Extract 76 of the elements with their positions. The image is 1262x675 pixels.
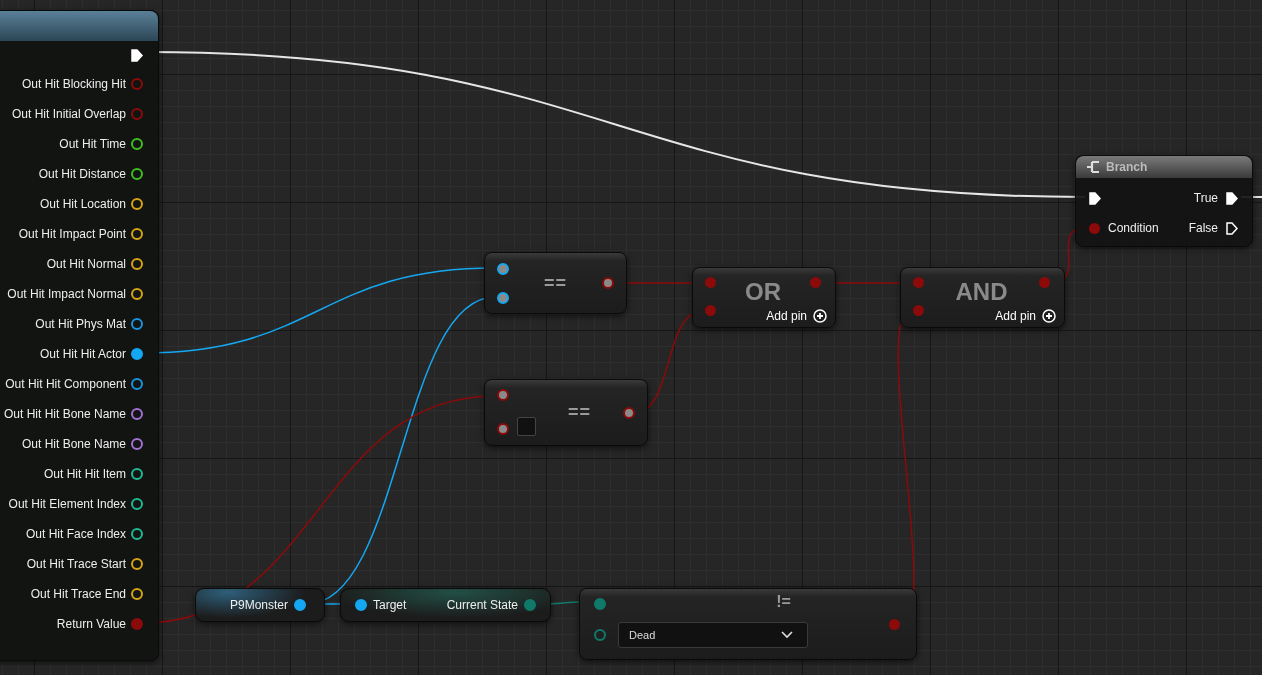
pin-label: Current State [446,598,518,612]
branch-node[interactable]: Branch True Condition False [1075,155,1253,247]
node-symbol: == [567,402,592,423]
pin-icon[interactable] [131,588,143,600]
pin-label: Return Value [56,617,126,631]
pin-icon[interactable] [131,498,143,510]
pin-label: Out Hit Face Index [25,527,126,541]
node-title: OR [744,279,782,305]
pin-icon[interactable] [131,258,143,270]
dropdown[interactable]: Dead [618,622,808,648]
pin-label: Out Hit Hit Actor [39,347,126,361]
exec-pin-icon[interactable] [1089,191,1101,205]
variable-node[interactable]: P9Monster [195,588,325,622]
pin-label: Out Hit Hit Component [5,377,126,391]
pin-label: Out Hit Location [39,197,126,211]
pin-icon[interactable] [294,599,306,611]
pin-icon[interactable] [131,438,143,450]
pin-icon[interactable] [497,422,509,435]
add-pin-button[interactable]: Add pin [766,309,827,323]
break-hit-node[interactable] [0,10,159,661]
branch-icon [1086,160,1100,174]
pin-label: Out Hit Hit Bone Name [3,407,126,421]
plus-icon [1042,309,1056,323]
pin-label: Out Hit Impact Normal [7,287,126,301]
pin-icon[interactable] [497,291,509,304]
pin-icon[interactable] [131,378,143,390]
pin-label: Out Hit Element Index [8,497,126,511]
compare-node[interactable]: == [484,252,627,314]
node-symbol: != [775,593,792,611]
pin-label: Condition [1108,221,1159,235]
pin-label: True [1193,191,1218,205]
pin-label: Out Hit Time [59,137,126,151]
pin-label: False [1188,221,1218,235]
pin-label: Out Hit Trace Start [26,557,126,571]
pin-icon[interactable] [131,168,143,180]
pin-label: Out Hit Initial Overlap [11,107,126,121]
pin-icon[interactable] [131,408,143,420]
pin-icon[interactable] [602,277,614,289]
pin-icon[interactable] [131,558,143,570]
compare-node[interactable]: == [484,379,648,446]
plus-icon [813,309,827,323]
pin-icon[interactable] [131,528,143,540]
node-symbol: == [543,272,568,294]
getter-node[interactable]: Target Current State [340,588,551,622]
node-title: AND [954,279,1009,305]
pin-icon[interactable] [131,138,143,150]
pin-icon[interactable] [131,318,143,330]
exec-pin-icon[interactable] [1226,221,1238,235]
pin-icon[interactable] [131,198,143,210]
pin-icon[interactable] [131,228,143,240]
add-pin-button[interactable]: Add pin [995,309,1056,323]
pin-label: Out Hit Bone Name [21,437,126,451]
variable-label: P9Monster [229,598,288,612]
pin-icon[interactable] [497,262,509,275]
pin-icon[interactable] [355,599,367,611]
node-title: Branch [1106,160,1148,174]
logic-node[interactable]: AND Add pin [900,267,1065,328]
pin-icon[interactable] [131,468,143,480]
logic-node[interactable]: OR Add pin [692,267,836,328]
pin-icon[interactable] [623,406,635,419]
pin-icon[interactable] [497,389,509,401]
pin-label: Out Hit Blocking Hit [21,77,126,91]
pin-label: Out Hit Distance [38,167,126,181]
pin-label: Out Hit Trace End [30,587,126,601]
pin-label: Out Hit Impact Point [18,227,126,241]
exec-pin-icon[interactable] [131,48,143,62]
pin-label: Out Hit Normal [46,257,126,271]
pin-icon[interactable] [131,348,143,360]
pin-label: Target [373,598,407,612]
exec-pin-icon[interactable] [1226,191,1238,205]
pin-label: Out Hit Phys Mat [35,317,126,331]
not-equal-node[interactable]: Dead != [579,588,917,660]
chevron-icon [781,631,793,639]
pin-icon[interactable] [131,288,143,300]
pin-label: Out Hit Hit Item [44,467,126,481]
value-field[interactable] [517,417,536,436]
